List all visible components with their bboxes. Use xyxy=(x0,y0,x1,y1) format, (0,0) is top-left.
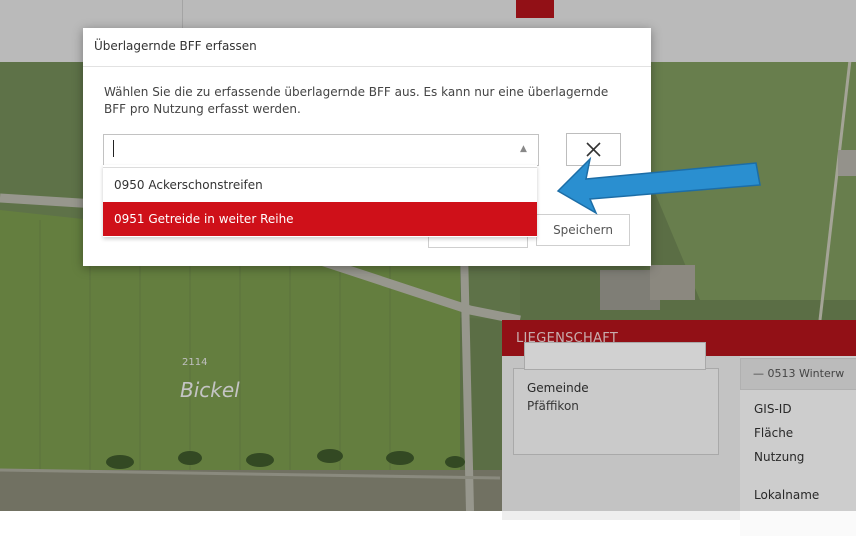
option-label: 0951 Getreide in weiter Reihe xyxy=(114,212,294,226)
add-overlay-bff-dialog: Überlagernde BFF erfassen Wählen Sie die… xyxy=(83,28,651,266)
annotation-arrow-icon xyxy=(556,156,761,215)
dialog-title: Überlagernde BFF erfassen xyxy=(94,39,257,53)
option-0951[interactable]: 0951 Getreide in weiter Reihe xyxy=(103,202,537,236)
dialog-description: Wählen Sie die zu erfassende überlagernd… xyxy=(104,85,609,116)
text-cursor xyxy=(113,140,114,157)
option-label: 0950 Ackerschonstreifen xyxy=(114,178,263,192)
bff-options-dropdown: 0950 Ackerschonstreifen 0951 Getreide in… xyxy=(103,165,537,237)
bff-select-input[interactable] xyxy=(103,134,539,166)
dialog-header: Überlagernde BFF erfassen xyxy=(83,28,651,67)
option-0950[interactable]: 0950 Ackerschonstreifen xyxy=(103,167,537,202)
save-button[interactable]: Speichern xyxy=(536,214,630,246)
